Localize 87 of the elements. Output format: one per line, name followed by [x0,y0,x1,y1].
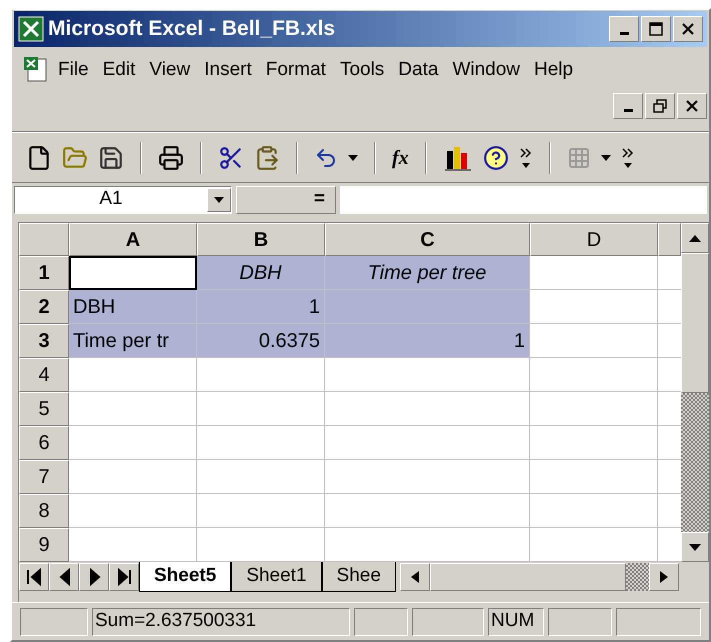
doc-restore-button[interactable] [645,93,675,119]
table-cell: DBH [197,256,325,290]
save-icon[interactable] [98,144,124,170]
row-header[interactable]: 4 [19,358,69,392]
scroll-right-icon[interactable] [660,571,668,583]
sheet-tab[interactable]: Sheet5 [139,562,232,592]
scroll-up-button[interactable] [681,223,709,253]
row-header[interactable]: 3 [19,324,69,358]
table-cell [658,460,681,494]
cut-icon[interactable] [218,144,244,170]
scroll-left-icon[interactable] [410,571,419,583]
select-all-corner[interactable] [19,223,69,256]
status-pane [412,608,484,636]
caret-icon[interactable] [348,154,358,160]
name-box[interactable]: A1 [14,186,232,214]
maximize-icon [649,22,663,36]
scroll-down-icon [689,544,701,550]
print-icon[interactable] [158,144,184,170]
table-cell: Time per tree [325,256,530,290]
help-icon[interactable] [482,144,509,170]
column-header[interactable]: A [69,223,197,256]
row-header[interactable]: 6 [19,426,69,460]
window-title: Microsoft Excel - Bell_FB.xls [48,16,336,42]
table-cell: 1 [325,324,530,358]
menu-item[interactable]: Tools [334,54,390,86]
status-pane [20,608,88,636]
table-cell [658,392,681,426]
name-box-value: A1 [98,187,124,212]
open-folder-icon[interactable] [62,144,88,170]
sheet-nav-icon[interactable] [116,566,132,588]
table-cell [658,324,681,358]
table-cell: 1 [197,290,325,324]
status-pane [354,608,408,636]
menu-item[interactable]: Window [446,54,526,86]
row-header[interactable]: 7 [19,460,69,494]
status-pane [548,608,612,636]
formula-input[interactable] [340,186,707,214]
table-cell: DBH [69,290,197,324]
scroll-track[interactable] [626,563,649,591]
table-cell: Time per tr [69,324,197,358]
row-header[interactable]: 5 [19,392,69,426]
table-cell: 0.6375 [197,324,325,358]
scroll-up-icon [689,234,701,242]
column-header[interactable]: B [197,223,325,256]
minimize-icon [620,32,628,34]
scroll-down-button[interactable] [681,532,709,562]
menu-item[interactable]: Edit [96,54,142,86]
table-cell [658,426,681,460]
close-icon [681,22,695,36]
sum-readout: Sum=2.637500331 [92,608,350,636]
doc-minimize-button[interactable] [613,93,643,119]
sheet-tab[interactable]: Sheet1 [231,562,322,592]
menu-item[interactable]: Insert [198,54,258,86]
name-box-dropdown[interactable] [207,188,231,212]
menu-item[interactable]: Format [260,54,332,86]
table-cell [658,290,681,324]
menu-item[interactable]: Data [392,54,444,86]
doc-close-button[interactable] [677,93,707,119]
table-cell [658,256,681,290]
insert-function-button[interactable]: fx [392,142,409,172]
caret-icon[interactable] [214,196,224,202]
caret-icon[interactable] [600,154,611,160]
menu-item[interactable]: File [52,54,95,86]
column-header[interactable]: D [530,223,658,256]
restore-icon [653,99,667,113]
close-button[interactable] [673,16,703,42]
column-header[interactable] [658,223,681,256]
maximize-button[interactable] [641,16,671,42]
close-icon [685,99,699,113]
sheet-tab[interactable]: Shee [322,562,396,592]
num-lock-indicator: NUM [488,608,544,636]
menu-item[interactable]: Help [528,54,580,86]
minimize-button[interactable] [609,16,639,42]
scroll-thumb[interactable] [681,253,709,393]
column-header[interactable]: C [325,223,530,256]
row-header[interactable]: 2 [19,290,69,324]
sheet-nav-icon[interactable] [26,566,42,588]
row-header[interactable]: 8 [19,494,69,528]
spreadsheet-logo-icon [18,16,44,42]
formula-equals-button[interactable]: = [236,186,336,214]
row-header[interactable]: 1 [19,256,69,290]
menu-item[interactable]: View [143,54,196,86]
table-cell [658,358,681,392]
scroll-thumb[interactable] [430,563,626,591]
minimize-icon [624,108,632,112]
table-cell [658,494,681,528]
row-header[interactable]: 9 [19,528,69,562]
